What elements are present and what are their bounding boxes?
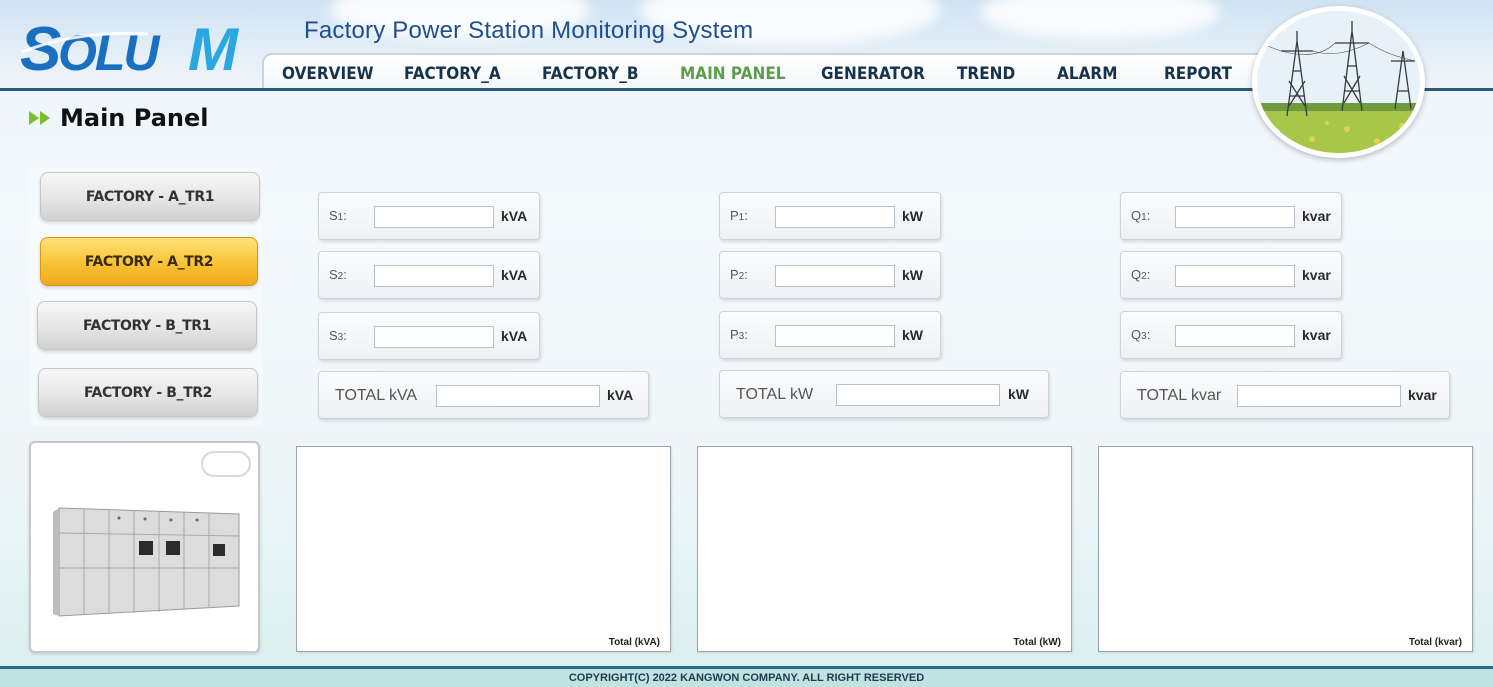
total-kva-chart-caption: Total (kVA) bbox=[608, 637, 660, 648]
p1-unit: kW bbox=[902, 208, 923, 224]
s3-box: S3: kVA bbox=[318, 312, 540, 360]
total-kvar-value-field[interactable] bbox=[1237, 385, 1401, 407]
total-kvar-unit: kvar bbox=[1408, 387, 1437, 403]
total-kva-box: TOTAL kVA kVA bbox=[318, 371, 649, 419]
double-arrow-icon bbox=[29, 111, 50, 125]
p1-box: P1: kW bbox=[719, 192, 941, 240]
s2-box: S2: kVA bbox=[318, 251, 540, 299]
power-tower-image bbox=[1252, 6, 1425, 158]
p1-label: P1: bbox=[730, 208, 748, 223]
page-title: Main Panel bbox=[28, 104, 208, 132]
q2-box: Q2: kvar bbox=[1120, 251, 1342, 299]
total-kvar-chart: Total (kvar) bbox=[1098, 446, 1473, 652]
total-kvar-box: TOTAL kvar kvar bbox=[1120, 371, 1450, 419]
q1-label: Q1: bbox=[1131, 208, 1151, 223]
total-kva-value-field[interactable] bbox=[436, 385, 600, 407]
s1-value-field[interactable] bbox=[374, 206, 494, 228]
svg-text:M: M bbox=[188, 16, 240, 80]
nav-factory-b[interactable]: FACTORY_B bbox=[542, 64, 639, 84]
total-kw-box: TOTAL kW kW bbox=[719, 370, 1049, 418]
s1-label: S1: bbox=[329, 208, 347, 223]
sidebar-button-factory-a-tr2[interactable]: FACTORY - A_TR2 bbox=[40, 237, 258, 286]
q1-box: Q1: kvar bbox=[1120, 192, 1342, 240]
nav-trend[interactable]: TREND bbox=[957, 64, 1015, 84]
s1-unit: kVA bbox=[501, 208, 528, 224]
total-kva-chart: Total (kVA) bbox=[296, 446, 671, 652]
total-kw-chart: Total (kW) bbox=[697, 446, 1072, 652]
p1-value-field[interactable] bbox=[775, 206, 895, 228]
q2-unit: kvar bbox=[1302, 267, 1331, 283]
p3-box: P3: kW bbox=[719, 311, 941, 359]
p3-unit: kW bbox=[902, 327, 923, 343]
solum-logo: S OLU M bbox=[20, 15, 240, 80]
nav-report[interactable]: REPORT bbox=[1164, 64, 1232, 84]
photo-toggle[interactable] bbox=[201, 451, 251, 477]
total-kvar-label: TOTAL kvar bbox=[1137, 387, 1222, 404]
sidebar-button-factory-b-tr2[interactable]: FACTORY - B_TR2 bbox=[38, 368, 258, 417]
total-kva-label: TOTAL kVA bbox=[335, 387, 418, 404]
sidebar-button-factory-b-tr1[interactable]: FACTORY - B_TR1 bbox=[37, 301, 257, 350]
total-kw-value-field[interactable] bbox=[836, 384, 1000, 406]
q3-unit: kvar bbox=[1302, 327, 1331, 343]
s3-unit: kVA bbox=[501, 328, 528, 344]
nav-main-panel[interactable]: MAIN PANEL bbox=[680, 64, 786, 84]
nav-alarm[interactable]: ALARM bbox=[1057, 64, 1117, 84]
sidebar-button-factory-a-tr1[interactable]: FACTORY - A_TR1 bbox=[40, 172, 260, 221]
switchgear-image bbox=[53, 507, 240, 617]
q1-unit: kvar bbox=[1302, 208, 1331, 224]
total-kw-label: TOTAL kW bbox=[736, 386, 814, 403]
q2-value-field[interactable] bbox=[1175, 265, 1295, 287]
cloud-decoration bbox=[980, 0, 1220, 40]
app-title: Factory Power Station Monitoring System bbox=[304, 17, 754, 44]
p2-unit: kW bbox=[902, 267, 923, 283]
s1-box: S1: kVA bbox=[318, 192, 540, 240]
p2-box: P2: kW bbox=[719, 251, 941, 299]
total-kva-unit: kVA bbox=[607, 387, 634, 403]
s3-value-field[interactable] bbox=[374, 326, 494, 348]
nav-overview[interactable]: OVERVIEW bbox=[282, 64, 374, 84]
nav-generator[interactable]: GENERATOR bbox=[821, 64, 925, 84]
p2-value-field[interactable] bbox=[775, 265, 895, 287]
svg-text:S: S bbox=[20, 15, 61, 80]
p3-value-field[interactable] bbox=[775, 325, 895, 347]
q3-label: Q3: bbox=[1131, 327, 1151, 342]
main-nav: OVERVIEW FACTORY_A FACTORY_B MAIN PANEL … bbox=[262, 53, 1302, 91]
total-kw-unit: kW bbox=[1008, 386, 1029, 402]
nav-factory-a[interactable]: FACTORY_A bbox=[404, 64, 501, 84]
footer-copyright: COPYRIGHT(C) 2022 KANGWON COMPANY. ALL R… bbox=[0, 669, 1493, 687]
q1-value-field[interactable] bbox=[1175, 206, 1295, 228]
q3-value-field[interactable] bbox=[1175, 325, 1295, 347]
q3-box: Q3: kvar bbox=[1120, 311, 1342, 359]
q2-label: Q2: bbox=[1131, 267, 1151, 282]
s2-unit: kVA bbox=[501, 267, 528, 283]
p3-label: P3: bbox=[730, 327, 748, 342]
page-title-text: Main Panel bbox=[60, 104, 209, 132]
total-kvar-chart-caption: Total (kvar) bbox=[1408, 637, 1462, 648]
s2-label: S2: bbox=[329, 267, 347, 282]
total-kw-chart-caption: Total (kW) bbox=[1013, 637, 1061, 648]
main-panel-photo bbox=[29, 441, 260, 653]
p2-label: P2: bbox=[730, 267, 748, 282]
s2-value-field[interactable] bbox=[374, 265, 494, 287]
s3-label: S3: bbox=[329, 328, 347, 343]
